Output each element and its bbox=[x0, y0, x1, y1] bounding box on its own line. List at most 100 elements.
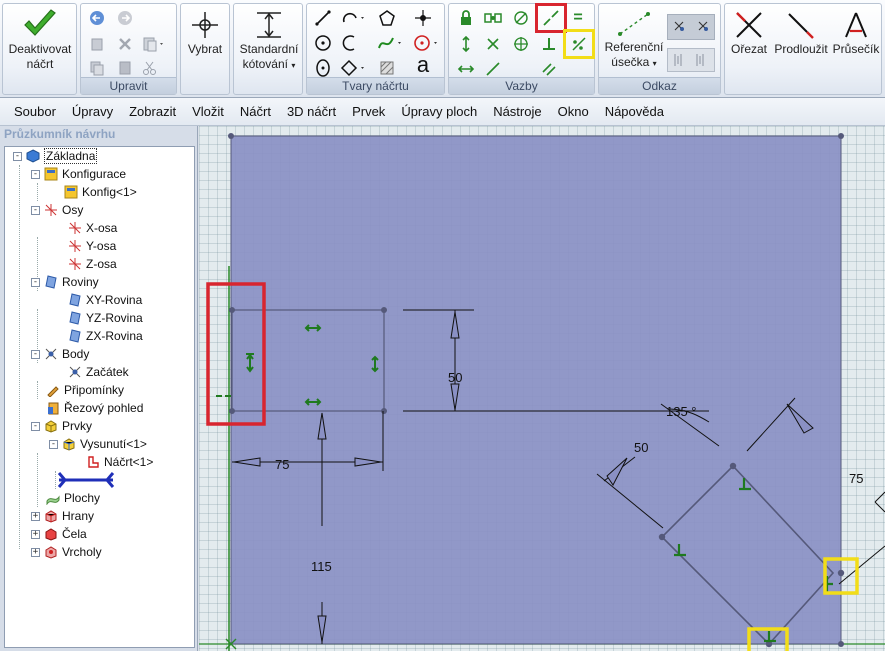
tree-node-vrcholy[interactable]: + Vrcholy bbox=[31, 543, 102, 561]
expand-icon[interactable]: + bbox=[31, 547, 40, 557]
menu-napoveda[interactable]: Nápověda bbox=[597, 104, 672, 119]
tree-node-roviny[interactable]: - Roviny bbox=[31, 273, 99, 291]
vertex-point[interactable] bbox=[658, 533, 666, 541]
tree-node-konfig-1[interactable]: Konfig<1> bbox=[64, 183, 137, 201]
collapse-icon[interactable]: - bbox=[31, 169, 40, 179]
copy-button[interactable] bbox=[86, 33, 108, 55]
ref-dimension-button[interactable] bbox=[667, 48, 715, 72]
circle3p-tool-button[interactable] bbox=[412, 32, 442, 54]
extend-button[interactable]: Prodloužit bbox=[773, 10, 829, 57]
menu-vlozit[interactable]: Vložit bbox=[184, 104, 232, 119]
hatch-tool-button[interactable] bbox=[376, 57, 398, 79]
vertex-point[interactable] bbox=[228, 133, 234, 139]
menu-nastroje[interactable]: Nástroje bbox=[485, 104, 549, 119]
vertex-point[interactable] bbox=[229, 307, 235, 313]
copy2-button[interactable] bbox=[86, 57, 108, 79]
tree-node-body[interactable]: - Body bbox=[31, 345, 89, 363]
arc2-tool-button[interactable] bbox=[339, 32, 361, 54]
tree-node-vysunuti-1[interactable]: - Vysunutí<1> bbox=[49, 435, 147, 453]
perpendicular-x-button[interactable] bbox=[482, 33, 504, 55]
menu-okno[interactable]: Okno bbox=[550, 104, 597, 119]
tree-node-y-osa[interactable]: Y-osa bbox=[68, 237, 116, 255]
tree-node-konfigurace[interactable]: - Konfigurace bbox=[31, 165, 126, 183]
dimension-75-right[interactable] bbox=[838, 491, 885, 585]
expand-icon[interactable]: + bbox=[31, 529, 40, 539]
tree-node-rezovy-pohled[interactable]: Řezový pohled bbox=[46, 399, 143, 417]
tree-node-x-osa[interactable]: X-osa bbox=[68, 219, 117, 237]
delete-button[interactable] bbox=[114, 33, 136, 55]
vertex-point[interactable] bbox=[837, 569, 845, 577]
symmetric-constraint-button[interactable] bbox=[563, 29, 595, 59]
tree-node-cela[interactable]: + Čela bbox=[31, 525, 87, 543]
equal-constraint-button[interactable]: = bbox=[567, 7, 589, 29]
vertex-point[interactable] bbox=[381, 408, 387, 414]
perpendicular-constraint-button[interactable] bbox=[538, 33, 560, 55]
expand-icon[interactable]: + bbox=[31, 511, 40, 521]
line-tool-button[interactable] bbox=[312, 7, 334, 29]
vertex-point[interactable] bbox=[229, 408, 235, 414]
intersection-button[interactable]: Průsečík bbox=[831, 10, 881, 57]
menu-upravy[interactable]: Úpravy bbox=[64, 104, 121, 119]
standard-dimension-button[interactable]: Standardní kótování ▾ bbox=[235, 10, 303, 73]
vertex-point[interactable] bbox=[838, 133, 844, 139]
sketch-canvas[interactable]: 50 75 115 135 ° 50 75 bbox=[199, 126, 885, 651]
reference-line-button[interactable]: Referenční úsečka ▾ bbox=[601, 10, 667, 71]
arc-tool-button[interactable] bbox=[339, 7, 369, 29]
collapse-icon[interactable]: - bbox=[31, 277, 40, 287]
tree-node-hrany[interactable]: + Hrany bbox=[31, 507, 94, 525]
vertex-point[interactable] bbox=[381, 307, 387, 313]
menu-zobrazit[interactable]: Zobrazit bbox=[121, 104, 184, 119]
vertical-constraint-button[interactable] bbox=[455, 33, 477, 55]
redo-button[interactable] bbox=[114, 7, 136, 29]
trim-icon bbox=[736, 12, 762, 38]
menu-upravy-ploch[interactable]: Úpravy ploch bbox=[393, 104, 485, 119]
polygon-tool-button[interactable] bbox=[376, 7, 398, 29]
sketch-drawing[interactable]: 50 75 115 135 ° 50 75 bbox=[199, 126, 885, 651]
select-button[interactable]: Vybrat bbox=[182, 10, 228, 57]
tree-node-nacrt-1[interactable]: Náčrt<1> bbox=[86, 453, 153, 471]
tree-node-z-osa[interactable]: Z-osa bbox=[68, 255, 117, 273]
deactivate-sketch-button[interactable]: Deaktivovat náčrt bbox=[5, 8, 75, 72]
vertex-point[interactable] bbox=[729, 462, 737, 470]
collapse-icon[interactable]: - bbox=[31, 205, 40, 215]
trim-button[interactable]: Ořezat bbox=[727, 10, 771, 57]
collapse-icon[interactable]: - bbox=[49, 439, 58, 449]
ref-point-button[interactable] bbox=[667, 14, 715, 40]
tree-node-prvky[interactable]: - Prvky bbox=[31, 417, 92, 435]
vertex-point[interactable] bbox=[838, 641, 844, 647]
spline-tool-button[interactable] bbox=[376, 32, 406, 54]
ribbon-group-select: Vybrat bbox=[180, 3, 230, 95]
undo-icon bbox=[90, 11, 104, 25]
tree-node-zacatek[interactable]: Začátek bbox=[68, 363, 129, 381]
paste2-button[interactable] bbox=[114, 57, 136, 79]
collapse-icon[interactable]: - bbox=[31, 349, 40, 359]
tangent-icon bbox=[514, 11, 528, 25]
paste-button[interactable] bbox=[139, 33, 169, 55]
concentric-constraint-button[interactable] bbox=[510, 33, 532, 55]
menu-3d-nacrt[interactable]: 3D náčrt bbox=[279, 104, 344, 119]
tree-node-pripominky[interactable]: Připomínky bbox=[46, 381, 124, 399]
tree-node-osy[interactable]: - Osy bbox=[31, 201, 83, 219]
collapse-icon[interactable]: - bbox=[31, 421, 40, 431]
tree-node-xy-rovina[interactable]: XY-Rovina bbox=[68, 291, 142, 309]
text-tool-button[interactable]: a bbox=[412, 52, 434, 77]
collinear-constraint-button[interactable] bbox=[535, 3, 567, 33]
collapse-icon[interactable]: - bbox=[13, 151, 22, 161]
menu-nacrt[interactable]: Náčrt bbox=[232, 104, 279, 119]
fix-constraint-button[interactable] bbox=[455, 7, 477, 29]
tree-node-yz-rovina[interactable]: YZ-Rovina bbox=[68, 309, 143, 327]
tree-node-plochy[interactable]: Plochy bbox=[46, 489, 100, 507]
tree-node-zx-rovina[interactable]: ZX-Rovina bbox=[68, 327, 143, 345]
point-tool-button[interactable] bbox=[412, 7, 434, 29]
menu-soubor[interactable]: Soubor bbox=[6, 104, 64, 119]
tangent-constraint-button[interactable] bbox=[510, 7, 532, 29]
rectangle-tool-button[interactable] bbox=[339, 57, 369, 79]
circle-tool-button[interactable] bbox=[312, 32, 334, 54]
cut-button[interactable] bbox=[139, 57, 161, 79]
tree-rollback-bar[interactable] bbox=[55, 471, 117, 489]
coincident-constraint-button[interactable] bbox=[482, 7, 504, 29]
tree-node-zakladna[interactable]: - Základna bbox=[13, 147, 98, 165]
ellipse-tool-button[interactable] bbox=[312, 57, 334, 79]
menu-prvek[interactable]: Prvek bbox=[344, 104, 393, 119]
undo-button[interactable] bbox=[86, 7, 108, 29]
